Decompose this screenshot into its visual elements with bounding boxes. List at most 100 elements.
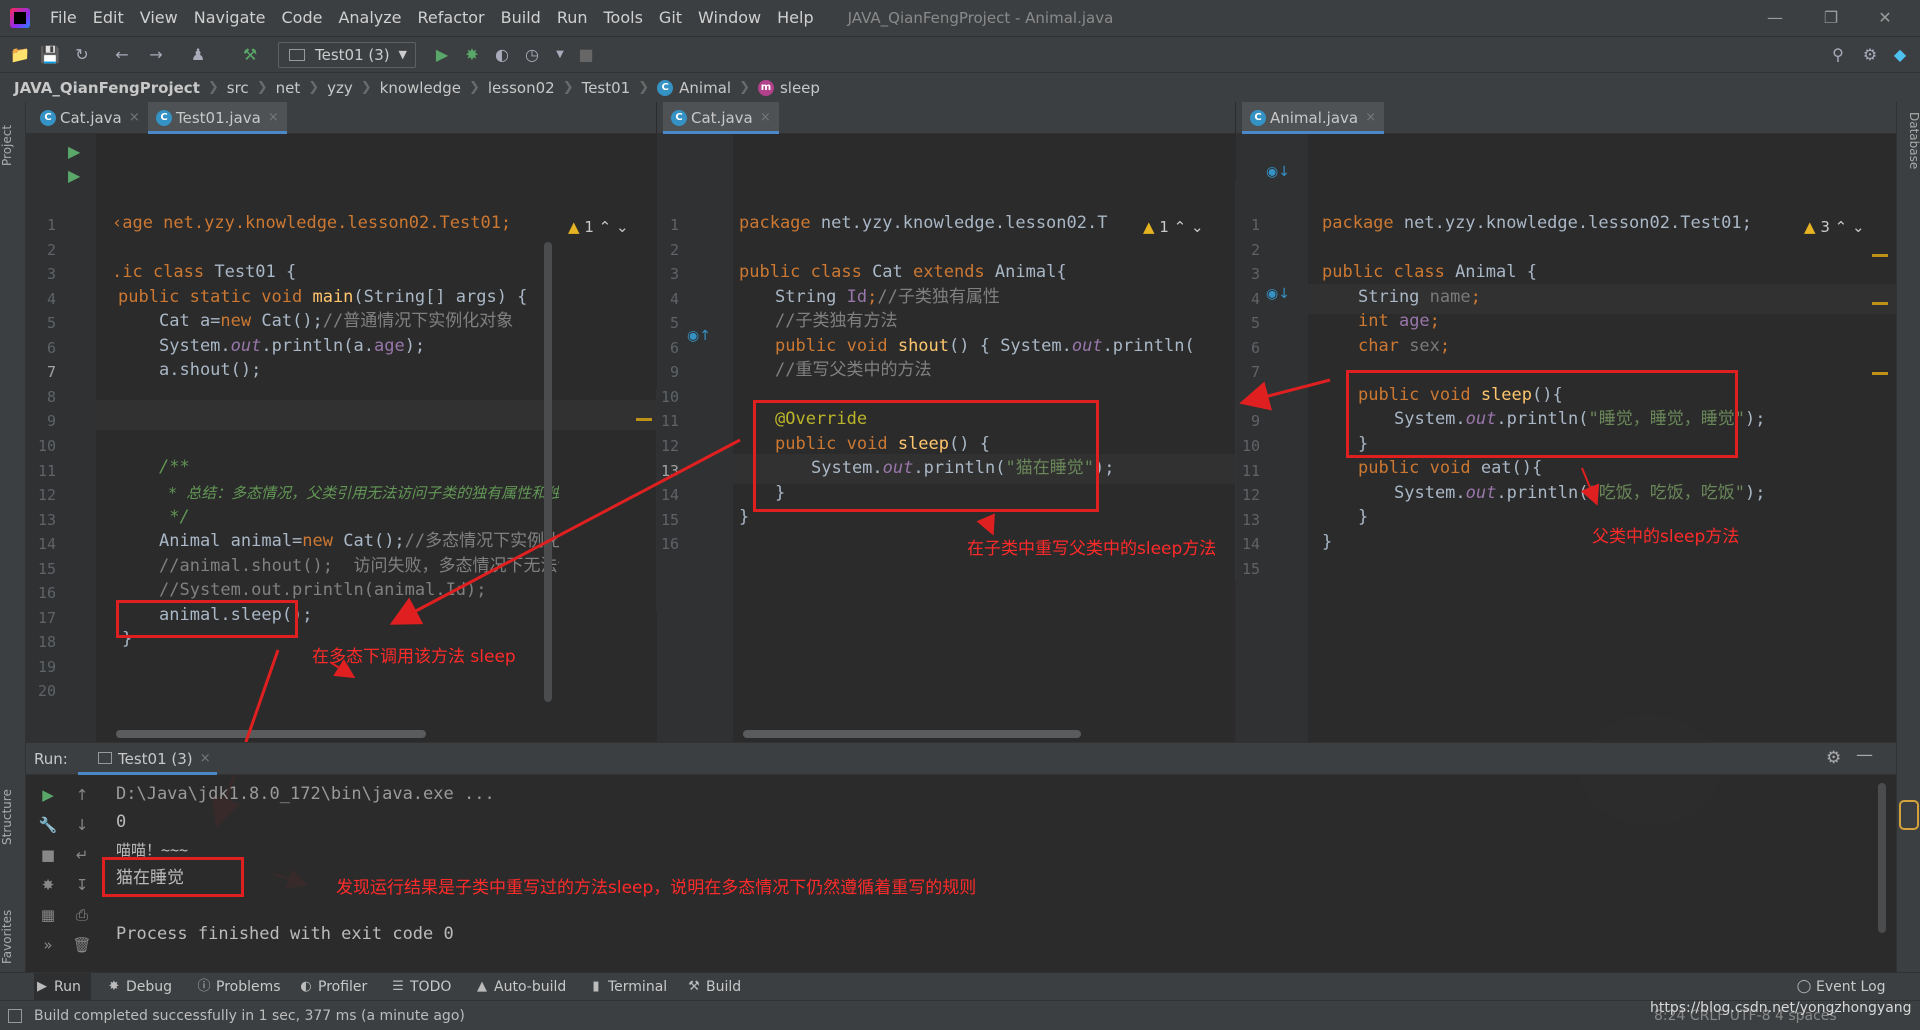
database-tool-tab[interactable]: Database [1897,112,1920,202]
vertical-scrollbar[interactable] [1878,783,1886,933]
print-icon[interactable]: ⎙ [70,903,94,927]
menu-refactor[interactable]: Refactor [410,0,493,36]
comment: //多态情况下实例化对象 [404,531,559,551]
jetbrains-toolbox-icon[interactable]: ◆ [1888,43,1912,67]
coverage-icon[interactable]: ◐ [490,43,514,67]
implemented-by-icon[interactable]: ◉↓ [1266,164,1290,180]
layout-icon[interactable]: ▦ [36,903,60,927]
horizontal-scrollbar[interactable] [116,730,426,738]
menu-navigate[interactable]: Navigate [186,0,274,36]
menu-code[interactable]: Code [274,0,331,36]
panel-toggle-icon[interactable] [8,1009,22,1023]
inspection-warnings[interactable]: ▲ 1 ⌃ ⌄ [1143,218,1204,236]
crumb-net[interactable]: net [276,79,301,97]
profile-icon[interactable]: ◷ [520,43,544,67]
warning-marker[interactable] [1872,372,1888,375]
close-icon[interactable]: × [200,743,211,775]
inspection-warnings[interactable]: ▲ 3 ⌃ ⌄ [1804,218,1865,236]
structure-tool-tab[interactable]: Structure [0,772,26,862]
warning-marker[interactable] [1872,254,1888,257]
menu-analyze[interactable]: Analyze [330,0,409,36]
menu-view[interactable]: View [132,0,186,36]
menu-file[interactable]: File [42,0,85,36]
soft-wrap-icon[interactable]: ↵ [70,843,94,867]
tab-animal-java[interactable]: C Animal.java × [1242,102,1385,134]
run-icon[interactable]: ▶ [430,43,454,67]
plugin-mascot-icon[interactable] [1899,800,1919,830]
line-number: 7 [1250,363,1260,382]
status-message[interactable]: Build completed successfully in 1 sec, 3… [34,1001,465,1030]
tab-cat-java[interactable]: C Cat.java × [32,102,148,134]
horizontal-scrollbar[interactable] [743,730,1081,738]
run-configuration-select[interactable]: Test01 (3) ▼ [278,42,416,68]
settings-gear-icon[interactable]: ⚙ [1826,748,1841,768]
vertical-scrollbar[interactable] [544,242,552,702]
open-folder-icon[interactable]: 📁 [8,43,32,67]
save-all-icon[interactable]: 💾 [38,43,62,67]
sync-icon[interactable]: ↻ [70,43,94,67]
stop-icon[interactable]: ■ [574,43,598,67]
project-tool-tab[interactable]: Project [0,110,26,180]
line-number: 15 [660,510,679,529]
close-icon[interactable]: × [760,102,771,134]
menu-window[interactable]: Window [690,0,769,36]
menu-help[interactable]: Help [769,0,821,36]
user-icon[interactable]: ♟ [186,43,210,67]
tool-debug[interactable]: ✸ Debug [106,973,173,1001]
crumb-project[interactable]: JAVA_QianFengProject [14,79,200,97]
close-icon[interactable]: × [129,102,140,134]
debug-bug-icon[interactable]: ✸ [460,43,484,67]
more-run-chevron-icon[interactable]: ▼ [548,43,572,67]
tool-todo[interactable]: ☰ TODO [390,973,451,1001]
inspection-warnings[interactable]: ▲ 1 ⌃ ⌄ [568,218,629,236]
crumb-yzy[interactable]: yzy [327,79,353,97]
debug-bug-icon[interactable]: ✸ [36,873,60,897]
tool-profiler[interactable]: ◐ Profiler [298,973,367,1001]
overrides-method-icon[interactable]: ◉↑ [687,328,711,344]
run-class-icon[interactable]: ▶ [68,142,80,161]
close-icon[interactable]: × [1365,102,1376,134]
close-window-icon[interactable]: ✕ [1862,0,1908,36]
up-arrow-icon[interactable]: ↑ [70,783,94,807]
tab-test01-java[interactable]: C Test01.java × [148,102,287,134]
forward-arrow-icon[interactable]: → [144,43,168,67]
run-main-icon[interactable]: ▶ [68,166,80,185]
stop-icon[interactable]: ■ [36,843,60,867]
menu-tools[interactable]: Tools [596,0,651,36]
menu-git[interactable]: Git [651,0,690,36]
search-icon[interactable]: ⚲ [1826,43,1850,67]
hide-panel-icon[interactable]: — [1856,745,1873,765]
minimize-icon[interactable]: — [1752,0,1798,36]
menu-build[interactable]: Build [493,0,549,36]
tool-problems[interactable]: ⓘ Problems [196,973,280,1001]
build-hammer-icon[interactable]: ⚒ [238,43,262,67]
crumb-test01[interactable]: Test01 [582,79,631,97]
close-icon[interactable]: × [268,102,279,134]
more-icon[interactable]: » [36,933,60,957]
trash-icon[interactable]: 🗑 [70,933,94,957]
run-tab-test01[interactable]: Test01 (3) × [78,743,217,775]
menu-edit[interactable]: Edit [85,0,132,36]
tool-build[interactable]: ⚒ Build [686,973,741,1001]
back-arrow-icon[interactable]: ← [110,43,134,67]
line-number: 12 [1241,486,1260,505]
crumb-animal[interactable]: C Animal [657,79,731,97]
overridden-method-icon[interactable]: ◉↓ [1266,286,1290,302]
down-arrow-icon[interactable]: ↓ [70,813,94,837]
restore-icon[interactable]: ❐ [1808,0,1854,36]
crumb-sleep[interactable]: m sleep [757,79,820,97]
tool-terminal[interactable]: ▮ Terminal [588,973,667,1001]
crumb-lesson02[interactable]: lesson02 [488,79,555,97]
tool-auto-build[interactable]: ▲ Auto-build [474,973,566,1001]
warning-marker[interactable] [1872,302,1888,305]
crumb-src[interactable]: src [227,79,249,97]
tab-cat-java[interactable]: C Cat.java × [663,102,779,134]
favorites-tool-tab[interactable]: Favorites [0,892,26,982]
rerun-icon[interactable]: ▶ [36,783,60,807]
menu-run[interactable]: Run [549,0,596,36]
settings-gear-icon[interactable]: ⚙ [1858,43,1882,67]
scroll-to-end-icon[interactable]: ↧ [70,873,94,897]
tool-run[interactable]: ▶ Run [34,973,91,1001]
wrench-icon[interactable]: 🔧 [36,813,60,837]
crumb-knowledge[interactable]: knowledge [380,79,461,97]
